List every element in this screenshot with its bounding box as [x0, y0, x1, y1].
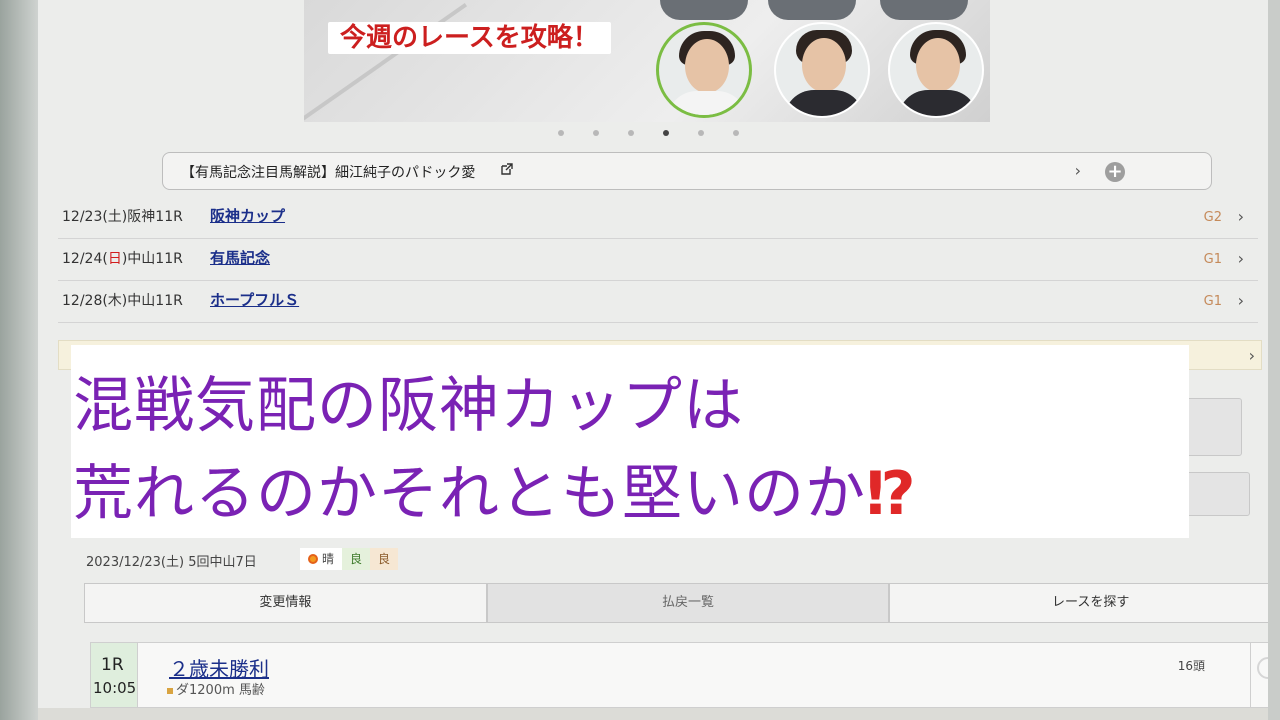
caption-overlay: 混戦気配の阪神カップは 荒れるのかそれとも堅いのか⁉: [71, 345, 1189, 538]
avatar-partial: [880, 0, 968, 20]
avatar-commentator-3: [888, 22, 984, 118]
avatar-commentator-1: [656, 22, 752, 118]
race-number-cell: 1R 10:05: [91, 643, 138, 707]
external-link-icon: [501, 163, 513, 179]
race-date: 12/24(日)中山11R: [62, 251, 183, 267]
chevron-right-icon[interactable]: ›: [1238, 249, 1244, 268]
chevron-right-icon[interactable]: ›: [1238, 207, 1244, 226]
chevron-right-icon[interactable]: ›: [1075, 161, 1081, 180]
tab-changes[interactable]: 変更情報: [84, 583, 487, 623]
dirt-icon: [167, 687, 173, 694]
race-time: 10:05: [93, 679, 137, 697]
track-condition: 晴 良 良: [300, 548, 399, 570]
banner-stripe: [304, 3, 468, 121]
caption-line-1: 混戦気配の阪神カップは: [73, 371, 744, 441]
banner-heading: 今週のレースを攻略！: [328, 22, 611, 54]
carousel-dot-active[interactable]: [663, 130, 669, 136]
sun-icon: [308, 554, 318, 564]
race-program-row[interactable]: 1R 10:05 ２歳未勝利 ダ1200m 馬齢 16頭: [90, 642, 1280, 708]
runner-count: 16頭: [1177, 659, 1205, 673]
race-conditions: ダ1200m 馬齢: [167, 679, 265, 698]
exclamation-question-icon: ⁉: [866, 459, 917, 529]
news-link[interactable]: 【有馬記念注目馬解説】細江純子のパドック愛: [181, 162, 475, 182]
race-name-link[interactable]: 阪神カップ: [210, 205, 285, 226]
race-date: 12/28(木)中山11R: [62, 293, 183, 309]
avatar-partial: [768, 0, 856, 20]
grade-badge: G1: [1203, 294, 1222, 309]
race-name-link[interactable]: 有馬記念: [210, 247, 270, 268]
carousel-dots[interactable]: [558, 130, 739, 136]
device-bezel-right: [1268, 0, 1280, 720]
race-list-item[interactable]: 12/23(土)阪神11R 阪神カップ G2 ›: [58, 198, 1258, 239]
avatar-partial: [660, 0, 748, 20]
tab-payouts[interactable]: 払戻一覧: [486, 583, 890, 623]
chevron-right-icon[interactable]: ›: [1249, 346, 1255, 365]
chevron-right-icon[interactable]: ›: [1238, 291, 1244, 310]
race-name-link[interactable]: ホープフルＳ: [210, 289, 299, 310]
menu-tabs: 変更情報 払戻一覧 レースを探す: [84, 583, 1280, 623]
carousel-dot[interactable]: [593, 130, 599, 136]
weather-chip: 晴: [300, 548, 343, 570]
carousel-dot[interactable]: [733, 130, 739, 136]
next-row-partial: [38, 708, 1270, 720]
expand-plus-icon[interactable]: +: [1105, 162, 1125, 182]
news-ticker[interactable]: 【有馬記念注目馬解説】細江純子のパドック愛 › +: [162, 152, 1212, 190]
tab-search-race[interactable]: レースを探す: [889, 583, 1280, 623]
race-number: 1R: [101, 655, 124, 675]
dirt-condition: 良: [370, 548, 399, 570]
race-date: 12/23(土)阪神11R: [62, 209, 183, 225]
menu-button[interactable]: [1186, 472, 1250, 516]
device-bezel-left: [0, 0, 38, 720]
meeting-date: 2023/12/23(土) 5回中山7日: [86, 555, 257, 570]
race-list-item[interactable]: 12/24(日)中山11R 有馬記念 G1 ›: [58, 240, 1258, 281]
grade-badge: G1: [1203, 252, 1222, 267]
turf-condition: 良: [342, 548, 371, 570]
race-list-item[interactable]: 12/28(木)中山11R ホープフルＳ G1 ›: [58, 282, 1258, 323]
grade-badge: G2: [1203, 210, 1222, 225]
menu-button[interactable]: [1186, 398, 1242, 456]
carousel-dot[interactable]: [558, 130, 564, 136]
race-title-link[interactable]: ２歳未勝利: [169, 653, 269, 682]
carousel-dot[interactable]: [628, 130, 634, 136]
carousel-dot[interactable]: [698, 130, 704, 136]
promo-banner[interactable]: 今週のレースを攻略！: [304, 0, 990, 122]
avatar-commentator-2: [774, 22, 870, 118]
caption-line-2: 荒れるのかそれとも堅いのか⁉: [73, 459, 917, 529]
